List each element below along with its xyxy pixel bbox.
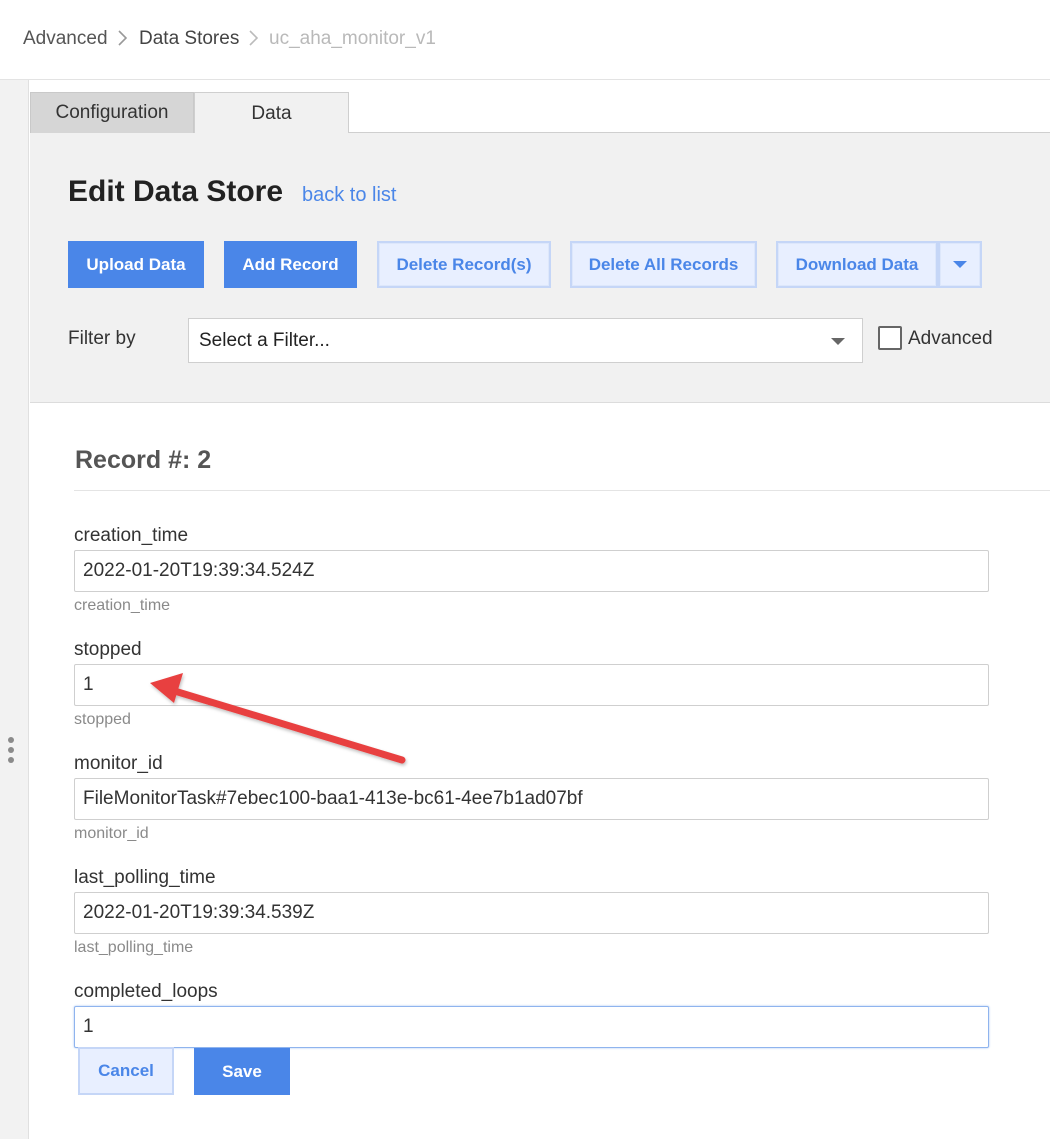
back-to-list-link[interactable]: back to list (302, 184, 396, 207)
add-record-button[interactable]: Add Record (224, 241, 357, 288)
field-label-completed-loops: completed_loops (74, 981, 218, 1002)
header-panel: Edit Data Store back to list Upload Data… (30, 133, 1050, 403)
caret-down-icon (831, 338, 845, 345)
field-label-monitor-id: monitor_id (74, 753, 163, 774)
filter-select-value: Select a Filter... (199, 330, 330, 351)
delete-records-button[interactable]: Delete Record(s) (377, 241, 551, 288)
field-label-last-polling-time: last_polling_time (74, 867, 216, 888)
breadcrumb-data-stores[interactable]: Data Stores (139, 27, 239, 51)
cancel-button[interactable]: Cancel (78, 1047, 174, 1095)
chevron-right-icon (249, 30, 258, 46)
tab-configuration[interactable]: Configuration (30, 92, 194, 133)
download-data-button[interactable]: Download Data (776, 241, 938, 288)
delete-all-records-button[interactable]: Delete All Records (570, 241, 757, 288)
field-label-stopped: stopped (74, 639, 142, 660)
divider (74, 490, 1050, 491)
field-help-stopped: stopped (74, 711, 131, 728)
record-title: Record #: 2 (75, 446, 212, 474)
drag-handle-icon[interactable] (8, 737, 16, 769)
filter-select[interactable]: Select a Filter... (188, 318, 863, 363)
filter-label: Filter by (68, 328, 136, 349)
advanced-checkbox[interactable] (878, 326, 902, 350)
completed-loops-input[interactable] (74, 1006, 989, 1048)
upload-data-button[interactable]: Upload Data (68, 241, 204, 288)
breadcrumb-current: uc_aha_monitor_v1 (269, 28, 436, 49)
download-options-button[interactable] (938, 241, 982, 288)
caret-down-icon (953, 261, 967, 268)
monitor-id-input[interactable] (74, 778, 989, 820)
tab-data[interactable]: Data (194, 92, 349, 134)
stopped-input[interactable] (74, 664, 989, 706)
page-title: Edit Data Store (68, 175, 284, 208)
left-rail (0, 80, 29, 1139)
field-help-last-polling-time: last_polling_time (74, 939, 194, 956)
breadcrumb: Advanced Data Stores uc_aha_monitor_v1 (0, 0, 1050, 80)
field-label-creation-time: creation_time (74, 525, 189, 546)
save-button[interactable]: Save (194, 1048, 290, 1095)
field-help-creation-time: creation_time (74, 597, 171, 614)
breadcrumb-advanced[interactable]: Advanced (23, 27, 108, 51)
field-help-monitor-id: monitor_id (74, 825, 149, 842)
advanced-label: Advanced (908, 328, 993, 349)
last-polling-time-input[interactable] (74, 892, 989, 934)
creation-time-input[interactable] (74, 550, 989, 592)
chevron-right-icon (118, 30, 127, 46)
